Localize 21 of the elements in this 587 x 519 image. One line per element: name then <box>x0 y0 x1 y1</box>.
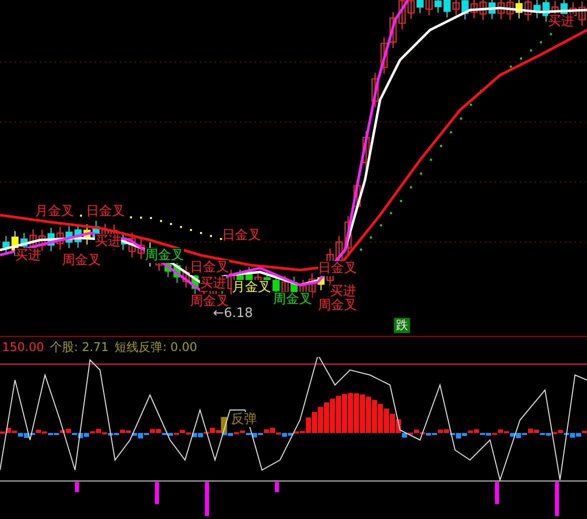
chart-annotation: 买进 <box>548 14 574 29</box>
chart-annotation: 周金叉 <box>190 294 229 309</box>
chart-annotation: 日金叉 <box>222 228 261 243</box>
signal-badge: 跌 <box>394 318 410 333</box>
chart-annotation: 买进 <box>200 276 226 291</box>
rebound-reading: 短线反弹: 0.00 <box>114 338 198 356</box>
chart-annotation: 日金叉 <box>318 261 357 276</box>
chart-annotation: 买进 <box>95 234 121 249</box>
rebound-label: 反弹 <box>231 412 257 427</box>
chart-annotation: 买进 <box>15 248 41 263</box>
chart-annotation: 周金叉 <box>318 298 357 313</box>
stock-reading: 个股: 2.71 <box>50 338 109 356</box>
chart-annotation: 周金叉 <box>145 248 184 263</box>
chart-annotation: 日金叉 <box>86 204 125 219</box>
chart-annotation: 月金叉 <box>35 204 74 219</box>
chart-annotation: 买进 <box>330 284 356 299</box>
chart-annotation: 周金叉 <box>62 253 101 268</box>
chart-annotation: 月金叉 <box>232 280 271 295</box>
chart-annotation: 日金叉 <box>190 260 229 275</box>
status-value: 150.00 <box>2 340 44 354</box>
chart-annotation: 周金叉 <box>273 292 312 307</box>
